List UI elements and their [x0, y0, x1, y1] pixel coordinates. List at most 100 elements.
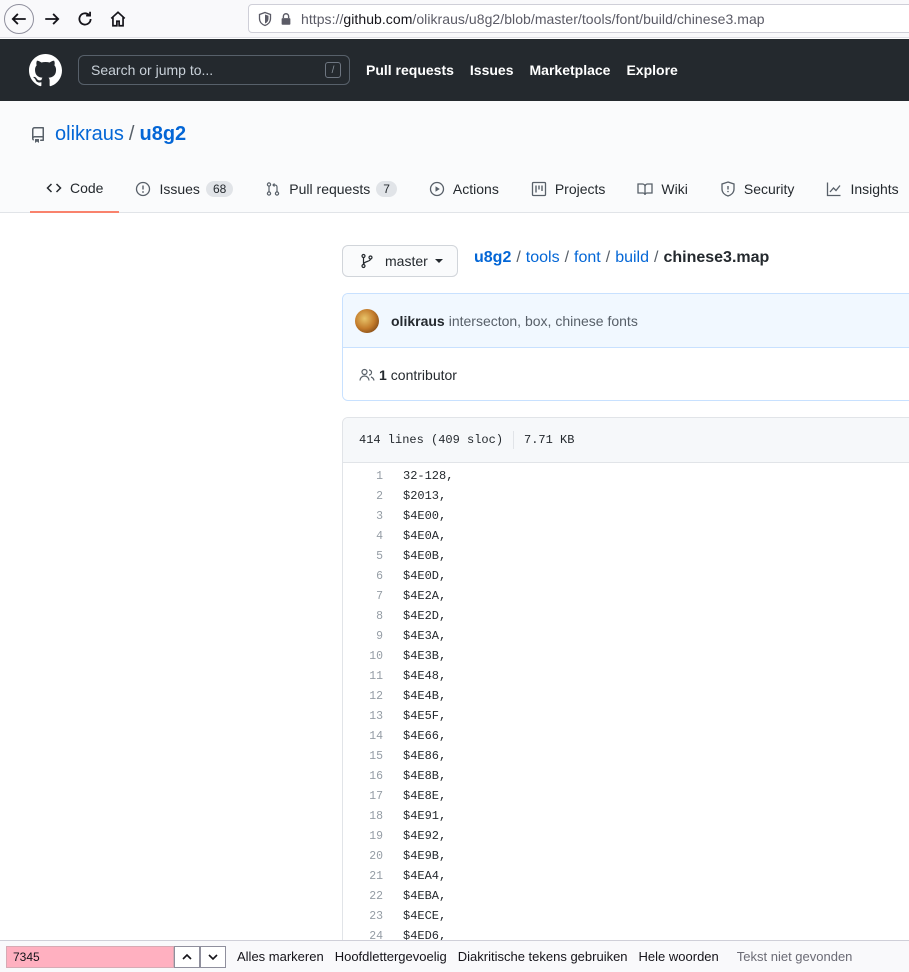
line-number[interactable]: 15 [343, 750, 383, 763]
code-line: 5 $4E0B, [343, 546, 909, 566]
breadcrumb-root-link[interactable]: u8g2 [474, 249, 511, 267]
chevron-up-icon [182, 953, 192, 960]
commit-author-link[interactable]: olikraus [391, 313, 445, 329]
nav-issues[interactable]: Issues [470, 62, 514, 78]
line-text: $4EA4, [403, 869, 447, 883]
tab-insights[interactable]: Insights [810, 165, 909, 213]
home-button[interactable] [103, 4, 133, 34]
line-number[interactable]: 18 [343, 810, 383, 823]
line-number[interactable]: 11 [343, 670, 383, 683]
tab-projects[interactable]: Projects [515, 165, 622, 213]
tab-security[interactable]: Security [704, 165, 811, 213]
code-icon [46, 183, 62, 193]
line-number[interactable]: 17 [343, 790, 383, 803]
line-text: $4E0D, [403, 569, 447, 583]
forward-arrow-icon [45, 12, 60, 25]
find-next-button[interactable] [200, 945, 226, 968]
contributor-count: 1 [379, 367, 387, 383]
book-icon [637, 183, 654, 196]
code-line: 22 $4EBA, [343, 886, 909, 906]
code-line: 12 $4E4B, [343, 686, 909, 706]
breadcrumb-link-tools[interactable]: tools [526, 249, 560, 267]
line-text: $4E8B, [403, 769, 447, 783]
repo-title-separator: / [128, 123, 135, 145]
reload-button[interactable] [70, 4, 100, 34]
highlight-all-option[interactable]: Alles markeren [237, 949, 324, 964]
divider [513, 431, 515, 449]
lock-icon[interactable] [279, 12, 293, 26]
line-number[interactable]: 5 [343, 550, 383, 563]
avatar[interactable] [355, 308, 379, 333]
breadcrumb-link-build[interactable]: build [615, 249, 649, 267]
find-input[interactable]: 7345 [6, 945, 174, 968]
breadcrumb-separator: / [564, 249, 570, 266]
repo-name-link[interactable]: u8g2 [139, 123, 186, 146]
line-number[interactable]: 1 [343, 470, 383, 483]
url-bar[interactable]: https://github.com/olikraus/u8g2/blob/ma… [248, 4, 909, 33]
line-number[interactable]: 16 [343, 770, 383, 783]
tab-actions[interactable]: Actions [413, 165, 515, 213]
line-text: $4E2D, [403, 609, 447, 623]
contributors-row[interactable]: 1 contributor [343, 348, 909, 400]
nav-marketplace[interactable]: Marketplace [530, 62, 611, 78]
find-previous-button[interactable] [174, 945, 200, 968]
breadcrumb-link-font[interactable]: font [574, 249, 601, 267]
commit-message-link[interactable]: intersecton, box, chinese fonts [449, 313, 638, 329]
line-number[interactable]: 12 [343, 690, 383, 703]
browser-toolbar: https://github.com/olikraus/u8g2/blob/ma… [0, 0, 909, 38]
code-line: 23 $4ECE, [343, 906, 909, 926]
line-number[interactable]: 10 [343, 650, 383, 663]
line-number[interactable]: 23 [343, 910, 383, 923]
match-diacritics-option[interactable]: Diakritische tekens gebruiken [458, 949, 628, 964]
line-number[interactable]: 2 [343, 490, 383, 503]
line-number[interactable]: 8 [343, 610, 383, 623]
repo-icon [31, 126, 44, 143]
breadcrumb-file-name: chinese3.map [663, 249, 770, 266]
line-text: $4E00, [403, 509, 447, 523]
breadcrumb-separator: / [516, 249, 521, 266]
whole-words-option[interactable]: Hele woorden [639, 949, 719, 964]
branch-name: master [385, 253, 428, 269]
nav-pull-requests[interactable]: Pull requests [366, 62, 454, 78]
match-case-option[interactable]: Hoofdlettergevoelig [335, 949, 447, 964]
line-text: $4E48, [403, 669, 447, 683]
issue-icon [136, 181, 151, 197]
tab-code[interactable]: Code [30, 165, 120, 213]
line-text: $4E4B, [403, 689, 447, 703]
line-number[interactable]: 22 [343, 890, 383, 903]
tab-wiki[interactable]: Wiki [621, 165, 703, 213]
line-text: $2013, [403, 489, 447, 503]
line-number[interactable]: 13 [343, 710, 383, 723]
line-number[interactable]: 9 [343, 630, 383, 643]
tab-issues[interactable]: Issues 68 [119, 165, 249, 213]
branch-selector-button[interactable]: master [342, 245, 458, 277]
graph-icon [827, 182, 841, 197]
line-text: $4E0A, [403, 529, 447, 543]
line-number[interactable]: 21 [343, 870, 383, 883]
back-button[interactable] [4, 3, 34, 34]
shield-icon [721, 181, 735, 197]
line-text: $4E91, [403, 809, 447, 823]
line-number[interactable]: 14 [343, 730, 383, 743]
search-input[interactable]: Search or jump to... / [78, 55, 350, 85]
line-number[interactable]: 19 [343, 830, 383, 843]
line-text: $4E9B, [403, 849, 447, 863]
back-arrow-icon [11, 12, 26, 25]
repo-owner-link[interactable]: olikraus [55, 123, 124, 146]
line-number[interactable]: 20 [343, 850, 383, 863]
tab-pull-requests[interactable]: Pull requests 7 [249, 165, 413, 213]
line-number[interactable]: 4 [343, 530, 383, 543]
github-logo-icon[interactable] [29, 53, 62, 87]
line-number[interactable]: 6 [343, 570, 383, 583]
line-number[interactable]: 7 [343, 590, 383, 603]
line-number[interactable]: 3 [343, 510, 383, 523]
tracking-shield-icon[interactable] [257, 11, 273, 27]
nav-explore[interactable]: Explore [626, 62, 677, 78]
commit-row: olikraus intersecton, box, chinese fonts [343, 294, 909, 348]
chevron-down-icon [208, 953, 218, 960]
forward-button[interactable] [37, 4, 67, 34]
repo-tabs: Code Issues 68 Pull requests 7 Actions P… [30, 165, 909, 213]
reload-icon [78, 11, 92, 25]
line-text: 32-128, [403, 469, 454, 483]
contributor-label: contributor [390, 367, 457, 383]
